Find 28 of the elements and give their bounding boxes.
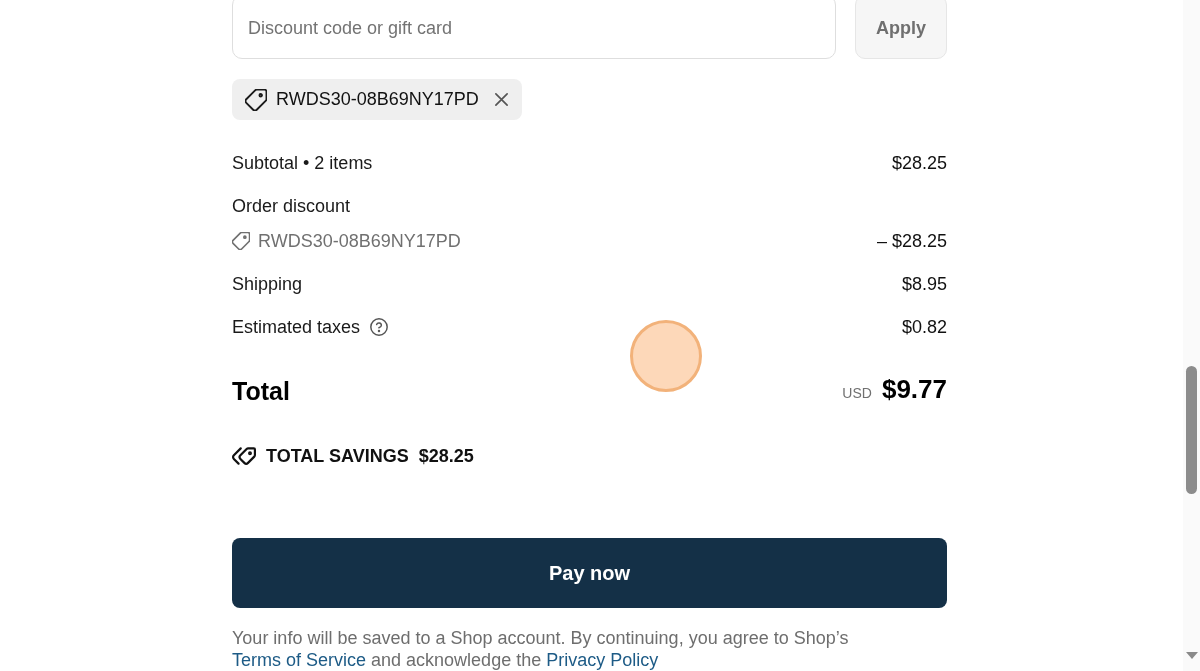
summary-label: Estimated taxes — [232, 316, 361, 339]
help-icon[interactable] — [370, 318, 389, 336]
legal-notice: Your info will be saved to a Shop account. By continuing, you agree to Shop’s Terms of Service and acknowledge the Privacy Policy — [232, 627, 850, 671]
legal-link[interactable]: Privacy Policy — [546, 650, 659, 670]
currency-code: USD — [842, 384, 872, 403]
summary-label: Order discount — [232, 195, 351, 218]
legal-link[interactable]: Terms of Service — [232, 650, 367, 670]
summary-label: Shipping — [232, 273, 303, 296]
discount-code: RWDS30-08B69NY17PD — [258, 230, 461, 253]
scroll-down-arrow-icon[interactable] — [1185, 652, 1198, 659]
total-amount: $9.77 — [881, 373, 947, 405]
total-label: Total — [232, 376, 290, 407]
summary-label: Subtotal • 2 items — [232, 152, 373, 175]
close-icon[interactable] — [493, 92, 509, 107]
discount-field[interactable]: Discount code or gift card — [232, 0, 836, 59]
savings-amount: $28.25 — [418, 445, 474, 468]
summary-value: $0.82 — [901, 316, 947, 339]
discount-code: RWDS30-08B69NY17PD — [276, 89, 479, 110]
savings-label: TOTAL SAVINGS — [266, 445, 409, 468]
pay-now-button[interactable]: Pay now — [232, 538, 947, 608]
summary-value: $28.25 — [891, 152, 947, 175]
tag-icon — [245, 88, 267, 111]
tags-icon — [232, 446, 256, 466]
scrollbar-thumb[interactable] — [1186, 366, 1197, 494]
apply-button[interactable]: Apply — [855, 0, 947, 59]
summary-value: $8.95 — [901, 273, 947, 296]
summary-value: – $28.25 — [876, 230, 947, 253]
tag-icon — [232, 232, 250, 250]
